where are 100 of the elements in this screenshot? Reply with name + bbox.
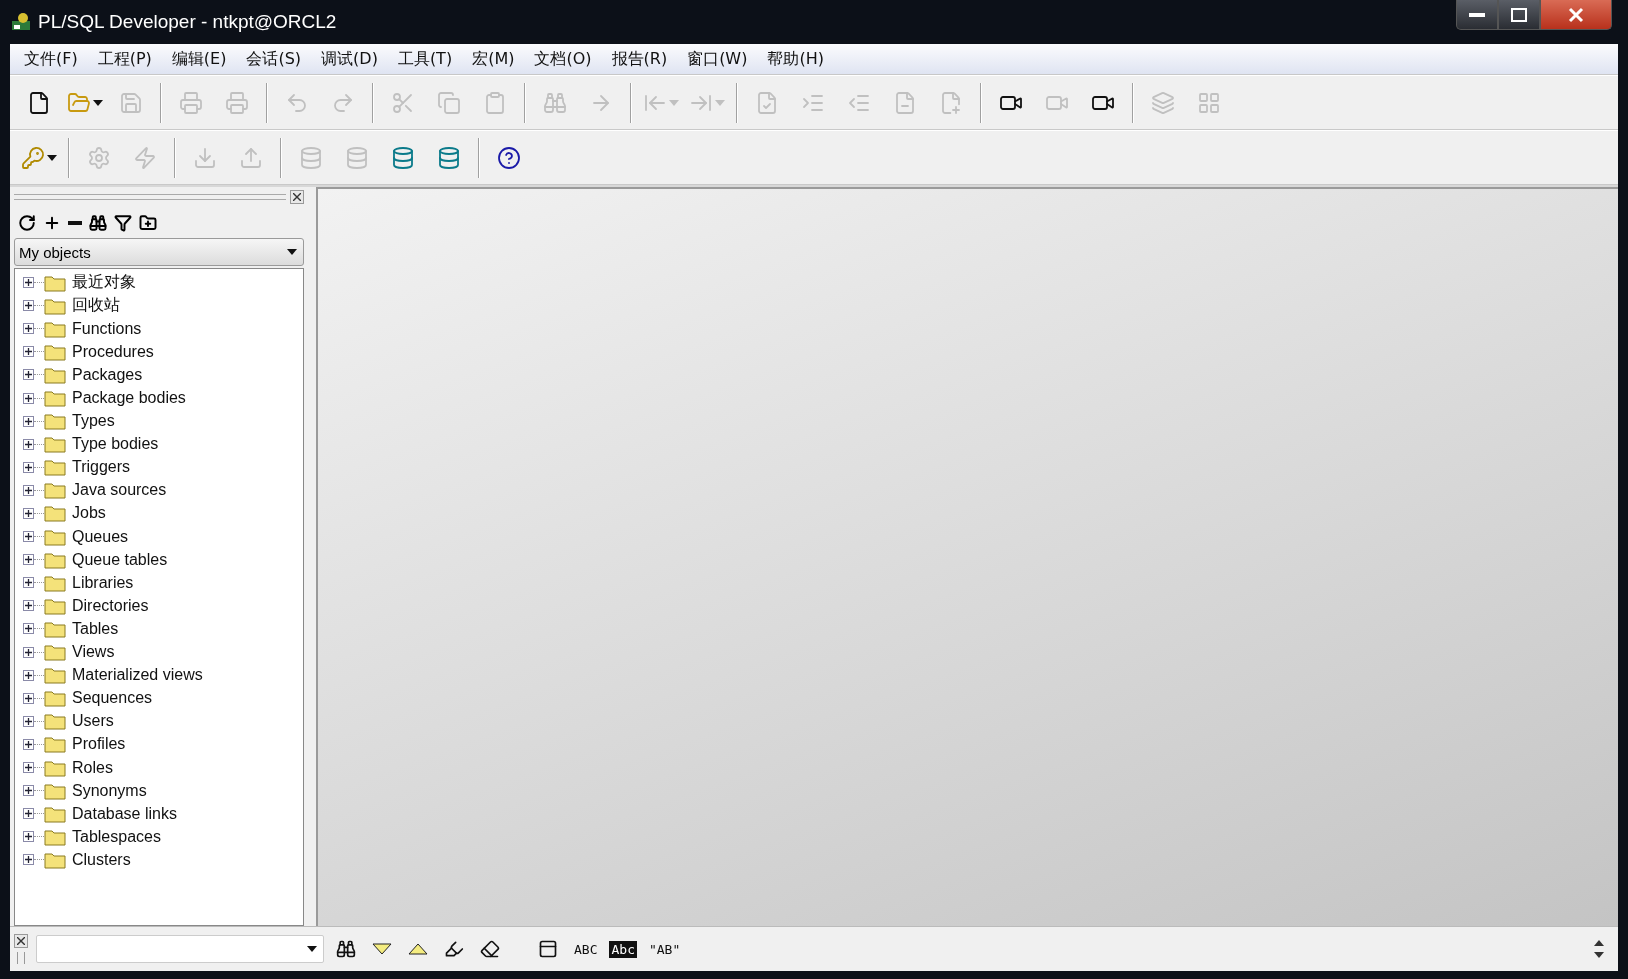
close-icon — [293, 193, 301, 201]
menu-item[interactable]: 调试(D) — [311, 48, 388, 70]
match-case-button[interactable]: Abc — [609, 940, 637, 958]
save-icon — [119, 90, 143, 115]
expand-toggle[interactable] — [23, 808, 34, 820]
document-icon — [893, 90, 917, 115]
match-option-button[interactable]: "AB" — [644, 941, 685, 957]
folder-icon — [44, 365, 66, 384]
object-filter-dropdown[interactable]: My objects — [14, 238, 304, 266]
refresh-button[interactable] — [18, 214, 36, 232]
maximize-icon — [1511, 7, 1527, 22]
expand-toggle[interactable] — [23, 831, 34, 843]
folder-icon — [44, 643, 66, 662]
tree-item[interactable]: Type bodies — [72, 435, 159, 454]
tree-item[interactable]: Java sources — [72, 481, 167, 500]
tree-item[interactable]: 回收站 — [72, 295, 120, 317]
menu-item[interactable]: 宏(M) — [462, 48, 525, 70]
menu-item[interactable]: 文档(O) — [524, 48, 602, 70]
tree-item[interactable]: Roles — [72, 758, 113, 777]
expand-toggle[interactable] — [23, 600, 34, 612]
tree-item[interactable]: Profiles — [72, 735, 126, 754]
maximize-button[interactable] — [1498, 0, 1540, 30]
menu-item[interactable]: 编辑(E) — [161, 48, 237, 70]
plus-icon — [25, 463, 32, 471]
expand-toggle[interactable] — [23, 323, 34, 335]
expand-toggle[interactable] — [23, 300, 34, 312]
expand-toggle[interactable] — [23, 415, 34, 427]
close-icon — [1568, 6, 1584, 23]
menu-item[interactable]: 报告(R) — [601, 48, 678, 70]
scroll-up-icon[interactable] — [1594, 940, 1604, 946]
expand-toggle[interactable] — [23, 277, 34, 289]
expand-toggle[interactable] — [23, 508, 34, 519]
tree-item[interactable]: Types — [72, 412, 115, 431]
close-icon — [17, 937, 25, 945]
tree-item[interactable]: Tablespaces — [72, 827, 161, 846]
folder-icon — [44, 619, 66, 638]
minimize-button[interactable] — [1456, 0, 1498, 30]
expand-toggle[interactable] — [23, 623, 34, 635]
match-option-button[interactable]: ABC — [570, 941, 602, 957]
tree-item[interactable]: Queue tables — [72, 550, 168, 569]
expand-toggle[interactable] — [23, 785, 34, 797]
tree-item[interactable]: Clusters — [72, 850, 131, 869]
expand-toggle[interactable] — [23, 762, 34, 773]
tree-item[interactable]: Sequences — [72, 689, 153, 708]
expand-toggle[interactable] — [23, 646, 34, 658]
expand-toggle[interactable] — [23, 461, 34, 473]
folder-icon — [44, 527, 66, 546]
tree-item[interactable]: Libraries — [72, 573, 134, 592]
expand-toggle[interactable] — [23, 577, 34, 589]
plus-icon — [25, 787, 32, 795]
expand-toggle[interactable] — [23, 369, 34, 381]
menu-item[interactable]: 工具(T) — [387, 48, 463, 70]
tree-item[interactable]: Users — [72, 712, 114, 731]
tree-item[interactable]: Queues — [72, 527, 129, 546]
plus-icon — [25, 325, 32, 333]
menu-item[interactable]: 帮助(H) — [757, 48, 834, 70]
menu-item[interactable]: 文件(F) — [14, 48, 88, 70]
tree-item[interactable]: Synonyms — [72, 781, 147, 800]
tree-item[interactable]: 最近对象 — [72, 272, 136, 294]
expand-toggle[interactable] — [23, 669, 34, 681]
tree-item[interactable]: Triggers — [72, 458, 131, 477]
highlight-icon — [444, 939, 464, 959]
search-icon — [543, 90, 567, 115]
expand-toggle[interactable] — [23, 346, 34, 358]
scroll-down-icon[interactable] — [1594, 952, 1604, 958]
expand-toggle[interactable] — [23, 531, 34, 543]
expand-toggle[interactable] — [23, 484, 34, 496]
expand-toggle[interactable] — [23, 715, 34, 727]
tree-item[interactable]: Jobs — [72, 504, 106, 523]
tree-item[interactable]: Views — [72, 643, 115, 662]
expand-toggle[interactable] — [23, 554, 34, 566]
expand-toggle[interactable] — [23, 692, 34, 704]
folder-icon — [44, 712, 66, 731]
plus-icon — [25, 486, 32, 494]
tree-item[interactable]: Package bodies — [72, 389, 186, 407]
plus-button[interactable] — [43, 214, 61, 232]
expand-toggle[interactable] — [23, 854, 34, 866]
filter-button[interactable] — [114, 214, 132, 232]
tree-item[interactable]: Database links — [72, 804, 177, 823]
expand-toggle[interactable] — [23, 392, 34, 404]
folder-icon — [44, 481, 66, 500]
plus-icon — [25, 648, 32, 656]
menu-item[interactable]: 工程(P) — [87, 48, 162, 70]
plus-icon — [25, 740, 32, 748]
tree-item[interactable]: Procedures — [72, 342, 154, 361]
folder-icon — [44, 781, 66, 800]
search-field[interactable] — [36, 935, 324, 963]
menu-item[interactable]: 会话(S) — [236, 48, 312, 70]
expand-toggle[interactable] — [23, 438, 34, 450]
tree-item[interactable]: Materialized views — [72, 666, 203, 685]
tree-item[interactable]: Directories — [72, 596, 149, 615]
plus-icon — [25, 694, 32, 702]
expand-toggle[interactable] — [23, 738, 34, 750]
tree-item[interactable]: Functions — [72, 319, 142, 338]
folder-button[interactable] — [139, 214, 157, 232]
tree-item[interactable]: Packages — [72, 365, 143, 384]
search-button[interactable] — [89, 214, 107, 232]
database-icon — [299, 145, 323, 170]
tree-item[interactable]: Tables — [72, 619, 119, 638]
menu-item[interactable]: 窗口(W) — [677, 48, 758, 70]
